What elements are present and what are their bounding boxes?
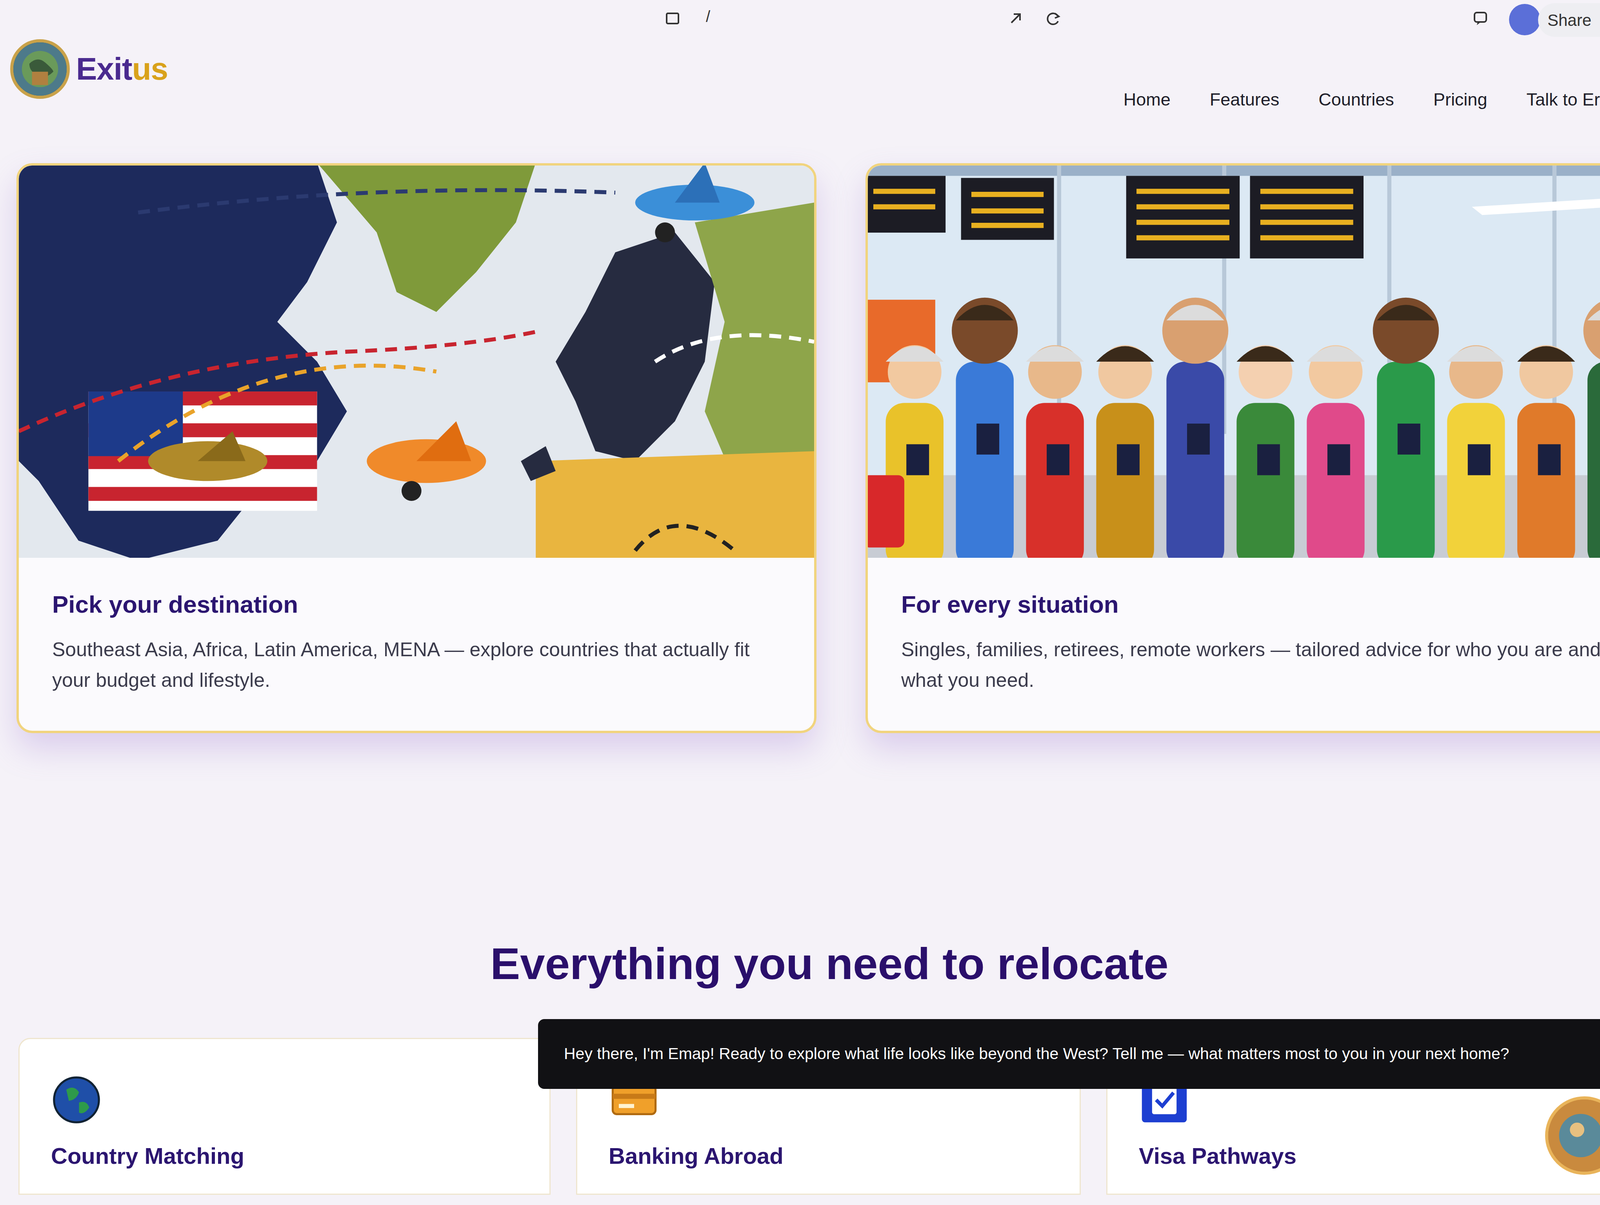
globe-logo-icon (10, 39, 70, 99)
comment-icon[interactable] (1470, 8, 1491, 29)
globe-icon (50, 1074, 519, 1126)
feature-title: Visa Pathways (1138, 1143, 1584, 1169)
hero-card-body: Pick your destination Southeast Asia, Afr… (18, 557, 815, 731)
hero-card: For every situation Singles, families, re… (865, 163, 1600, 733)
feature-title: Country Matching (50, 1143, 519, 1169)
nav-link[interactable]: Pricing (1433, 86, 1488, 113)
hero-card-text: Southeast Asia, Africa, Latin America, M… (52, 634, 781, 696)
nav-link[interactable]: Countries (1318, 86, 1395, 113)
feature-title: Banking Abroad (608, 1143, 1049, 1169)
brand-name: Exitus (76, 53, 168, 85)
hero-card-title: Pick your destination (52, 589, 781, 619)
nav-link[interactable]: Home (1123, 86, 1171, 113)
brand-name-first: Exit (76, 51, 133, 87)
refresh-icon[interactable] (1043, 8, 1063, 29)
browser-toolbar: / Share (0, 0, 1600, 40)
hero-cards: Pick your destination Southeast Asia, Afr… (0, 163, 1600, 733)
nav-link[interactable]: Talk to Er (1526, 86, 1600, 113)
section-heading: Everything you need to relocate (0, 936, 1600, 991)
share-button[interactable]: Share (1538, 3, 1600, 37)
brand[interactable]: Exitus (10, 39, 168, 99)
frame-icon (662, 8, 683, 29)
hero-card-text: Singles, families, retirees, remote work… (901, 634, 1600, 696)
hero-card: Pick your destination Southeast Asia, Afr… (16, 163, 817, 733)
brand-name-second: us (132, 51, 168, 87)
nav-link[interactable]: Features (1209, 86, 1280, 113)
assistant-message-tooltip: Hey there, I'm Emap! Ready to explore wh… (538, 1018, 1600, 1089)
site-header: Exitus Home Features Countries Pricing Talk t… (0, 39, 1600, 142)
main-nav: Home Features Countries Pricing Talk to Er (1123, 86, 1600, 113)
world-map-illustration (18, 165, 815, 558)
path-separator: / (705, 8, 711, 25)
airport-travelers-illustration (867, 165, 1600, 558)
feature-card[interactable]: Country Matching (18, 1037, 551, 1195)
user-avatar-icon[interactable] (1509, 3, 1541, 36)
hero-card-body: For every situation Singles, families, re… (867, 557, 1600, 731)
hero-card-title: For every situation (901, 589, 1600, 619)
open-external-icon[interactable] (1005, 8, 1026, 29)
